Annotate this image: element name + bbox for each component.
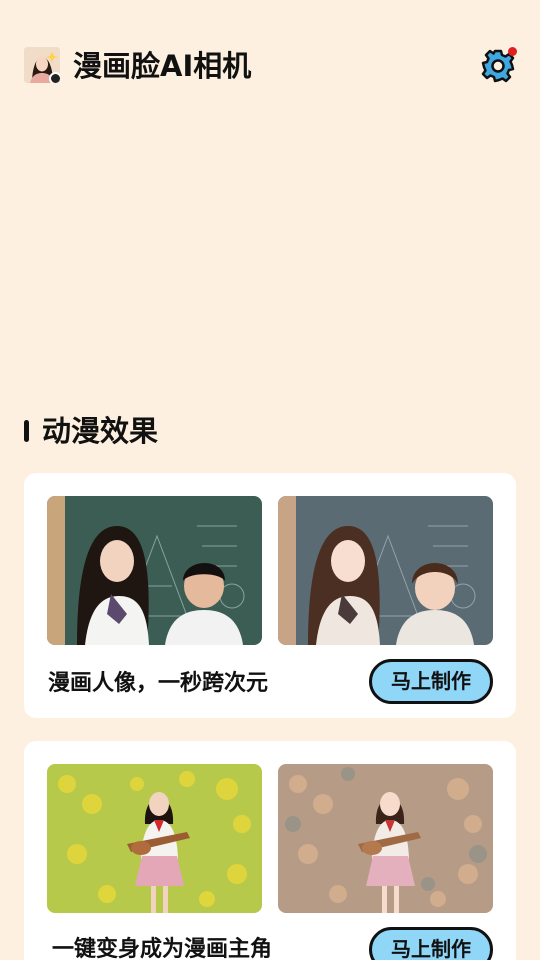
- anime-style-thumbnail: [278, 764, 493, 913]
- original-photo-thumbnail: [47, 764, 262, 913]
- section-accent-bar: [24, 420, 29, 442]
- section-title: 动漫效果: [42, 414, 159, 448]
- camera-badge-icon: [49, 72, 60, 83]
- app-title: 漫画脸AI相机: [73, 49, 252, 83]
- app-header: 漫画脸AI相机: [0, 0, 540, 130]
- make-now-button[interactable]: 马上制作: [369, 927, 493, 960]
- notification-dot: [508, 47, 517, 56]
- effect-card-character[interactable]: 一键变身成为漫画主角 马上制作: [24, 741, 516, 960]
- original-photo-thumbnail: [47, 496, 262, 645]
- make-now-button[interactable]: 马上制作: [369, 659, 493, 704]
- effect-card-portrait[interactable]: 漫画人像，一秒跨次元 马上制作: [24, 473, 516, 718]
- app-logo: [24, 47, 60, 83]
- card-caption: 漫画人像，一秒跨次元: [48, 671, 269, 696]
- card-caption: 一键变身成为漫画主角: [52, 937, 273, 960]
- anime-style-thumbnail: [278, 496, 493, 645]
